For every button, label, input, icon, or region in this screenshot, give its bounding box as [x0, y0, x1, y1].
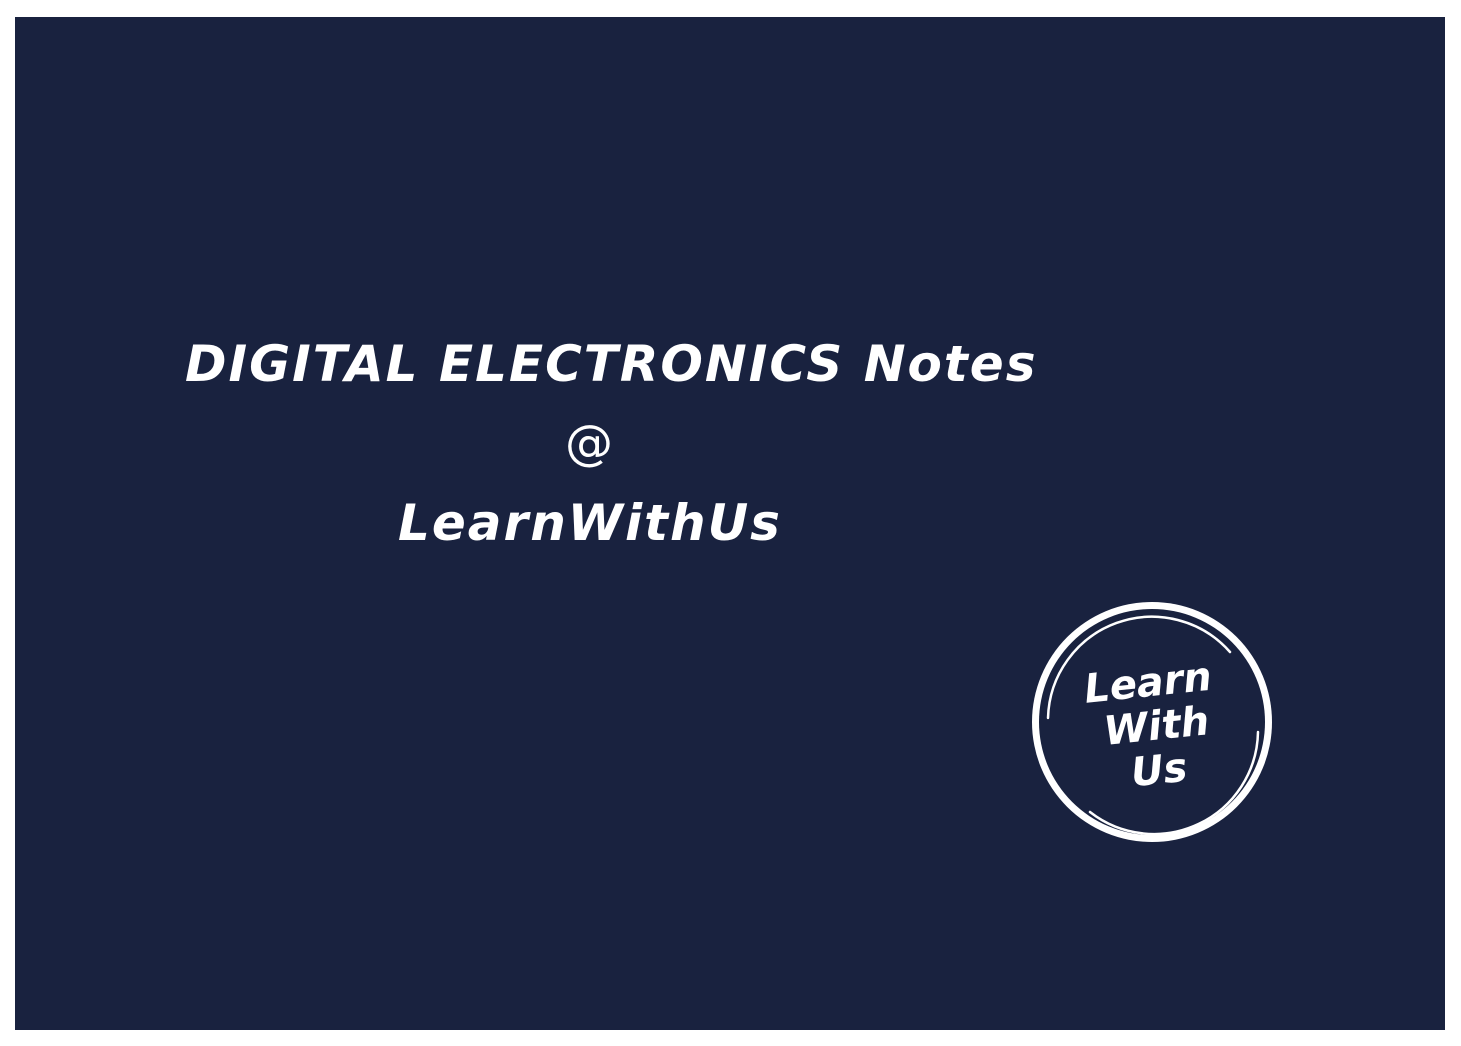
brand-name: LearnWithUs — [398, 494, 782, 552]
page: DIGITAL ELECTRONICS Notes @ LearnWithUs … — [0, 0, 1461, 1046]
logo-svg: Learn With Us — [1032, 602, 1272, 842]
logo-text-line3: Us — [1129, 745, 1190, 797]
cover-title: DIGITAL ELECTRONICS Notes — [185, 335, 1038, 393]
at-symbol: @ — [565, 415, 615, 471]
learn-with-us-badge-icon: Learn With Us — [1030, 600, 1274, 844]
title-block: DIGITAL ELECTRONICS Notes @ LearnWithUs — [185, 325, 1038, 563]
